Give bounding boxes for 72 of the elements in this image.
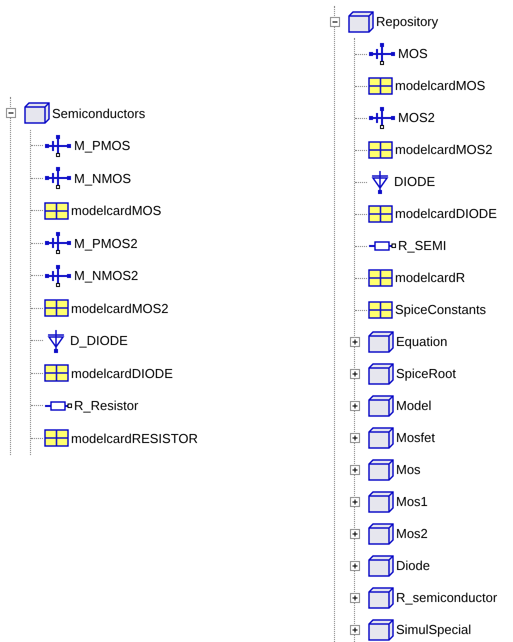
tree-item-label[interactable]: modelcardDIODE bbox=[71, 364, 173, 383]
table-icon bbox=[368, 205, 393, 223]
table-icon bbox=[368, 77, 393, 95]
package-label[interactable]: Model bbox=[396, 396, 432, 416]
tree-item-label[interactable]: DIODE bbox=[394, 172, 436, 192]
transistor-icon bbox=[44, 264, 72, 288]
package-label[interactable]: Repository bbox=[376, 12, 438, 32]
tree-item-label[interactable]: modelcardDIODE bbox=[395, 204, 497, 224]
package-label[interactable]: Equation bbox=[396, 332, 448, 352]
package-icon bbox=[368, 331, 394, 353]
expand-toggle-icon[interactable] bbox=[350, 369, 360, 379]
transistor-icon bbox=[44, 231, 72, 256]
tree-item-label[interactable]: MOS2 bbox=[398, 108, 435, 128]
package-icon bbox=[24, 102, 50, 124]
collapse-toggle-icon[interactable] bbox=[6, 108, 16, 118]
expand-toggle-icon[interactable] bbox=[350, 561, 360, 571]
table-icon bbox=[368, 141, 393, 159]
expand-toggle-icon[interactable] bbox=[350, 433, 360, 443]
table-icon bbox=[368, 269, 393, 287]
tree-item-label[interactable]: modelcardMOS2 bbox=[71, 298, 169, 318]
package-label[interactable]: Semiconductors bbox=[52, 104, 146, 123]
package-label[interactable]: Mos bbox=[396, 460, 421, 480]
tree-item-label[interactable]: R_Resistor bbox=[74, 396, 138, 416]
package-icon bbox=[368, 587, 394, 609]
tree-item-label[interactable]: modelcardMOS2 bbox=[395, 140, 493, 160]
package-icon bbox=[368, 395, 394, 417]
expand-toggle-icon[interactable] bbox=[350, 593, 360, 603]
resistor-icon bbox=[44, 400, 72, 412]
package-icon bbox=[348, 11, 374, 33]
tree-item-label[interactable]: modelcardMOS bbox=[395, 76, 486, 96]
transistor-icon bbox=[44, 166, 72, 190]
tree-item-label[interactable]: M_PMOS2 bbox=[74, 234, 138, 253]
package-label[interactable]: Mos1 bbox=[396, 492, 428, 512]
tree-item-label[interactable]: M_PMOS bbox=[74, 136, 130, 156]
table-icon bbox=[44, 429, 69, 448]
expand-toggle-icon[interactable] bbox=[350, 625, 360, 635]
table-icon bbox=[44, 299, 69, 318]
tree-item-label[interactable]: MOS bbox=[398, 44, 428, 64]
tree-item-label[interactable]: R_SEMI bbox=[398, 236, 446, 256]
table-icon bbox=[44, 202, 69, 220]
collapse-toggle-icon[interactable] bbox=[330, 17, 340, 27]
transistor-icon bbox=[44, 134, 72, 158]
tree-item-label[interactable]: M_NMOS bbox=[74, 168, 132, 188]
package-icon bbox=[368, 555, 394, 577]
expand-toggle-icon[interactable] bbox=[350, 401, 360, 411]
tree-item-label[interactable]: modelcardRESISTOR bbox=[71, 428, 198, 448]
package-label[interactable]: SimulSpecial bbox=[396, 620, 472, 640]
tree-item-label[interactable]: modelcardMOS bbox=[71, 201, 162, 220]
transistor-icon bbox=[368, 106, 396, 130]
transistor-icon bbox=[368, 42, 396, 66]
expand-toggle-icon[interactable] bbox=[350, 337, 360, 347]
resistor-icon bbox=[368, 240, 396, 252]
tree-item-label[interactable]: SpiceConstants bbox=[395, 300, 486, 320]
package-label[interactable]: R_semiconductor bbox=[396, 588, 498, 608]
package-icon bbox=[368, 363, 394, 385]
expand-toggle-icon[interactable] bbox=[350, 529, 360, 539]
package-icon bbox=[368, 523, 394, 545]
table-icon bbox=[44, 364, 69, 382]
package-icon bbox=[368, 619, 394, 641]
package-label[interactable]: SpiceRoot bbox=[396, 364, 456, 384]
table-icon bbox=[368, 301, 393, 319]
tree-item-label[interactable]: modelcardR bbox=[395, 268, 466, 288]
package-icon bbox=[368, 459, 394, 481]
package-label[interactable]: Mos2 bbox=[396, 524, 428, 544]
package-icon bbox=[368, 427, 394, 449]
package-icon bbox=[368, 491, 394, 513]
expand-toggle-icon[interactable] bbox=[350, 465, 360, 475]
expand-toggle-icon[interactable] bbox=[350, 497, 360, 507]
package-label[interactable]: Mosfet bbox=[396, 428, 436, 448]
package-label[interactable]: Diode bbox=[396, 556, 430, 576]
tree-item-label[interactable]: D_DIODE bbox=[70, 331, 128, 350]
tree-item-label[interactable]: M_NMOS2 bbox=[74, 266, 138, 286]
